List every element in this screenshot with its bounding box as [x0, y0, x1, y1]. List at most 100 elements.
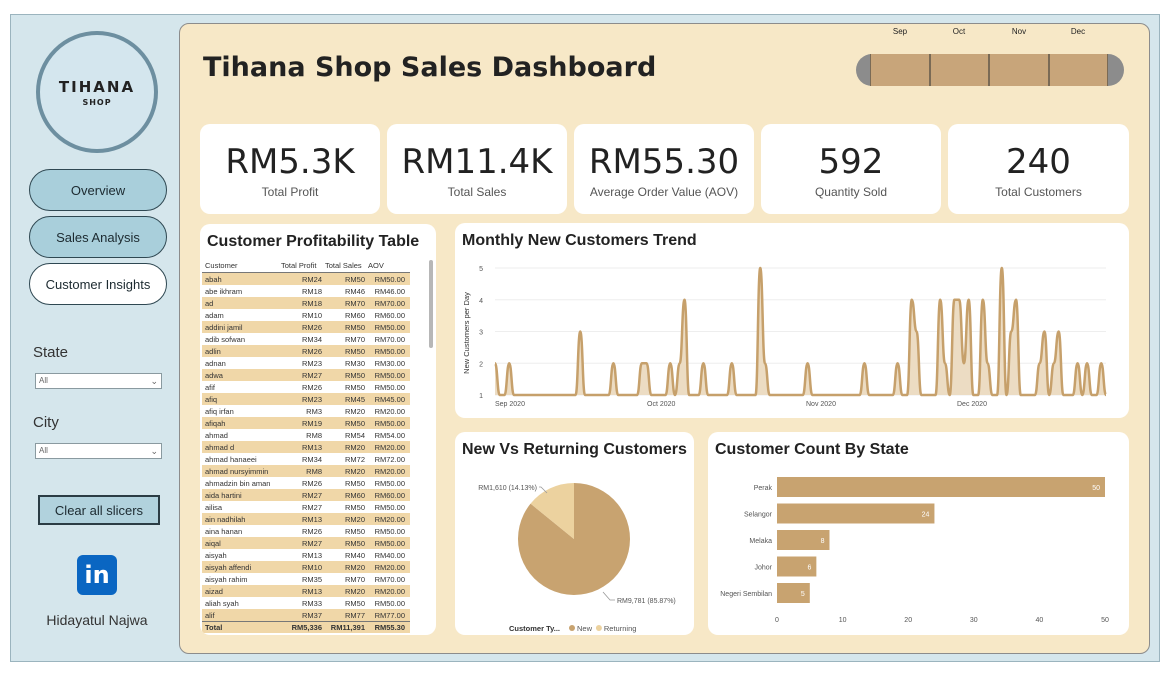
timeline-slicer[interactable]: [856, 54, 1124, 86]
state-dropdown[interactable]: All ⌄: [35, 373, 162, 389]
table-row[interactable]: aizad RM13 RM20 RM20.00: [202, 585, 410, 597]
column-header[interactable]: Total Profit: [278, 261, 322, 270]
cell-aov: RM50.00: [374, 526, 405, 536]
cell-aov: RM70.00: [374, 298, 405, 308]
sales-analysis-button[interactable]: Sales Analysis: [29, 216, 167, 258]
timeline-cell-dec[interactable]: [1048, 54, 1108, 86]
table-row[interactable]: abe ikhram RM18 RM46 RM46.00: [202, 285, 410, 297]
table-row[interactable]: aisyah RM13 RM40 RM40.00: [202, 549, 410, 561]
shop-logo: TIHANA SHOP: [36, 31, 158, 153]
x-tick-label: 40: [1036, 617, 1044, 624]
column-header[interactable]: Total Sales: [322, 261, 365, 270]
table-row[interactable]: adwa RM27 RM50 RM50.00: [202, 369, 410, 381]
cell-profit: RM37: [301, 610, 322, 620]
table-row[interactable]: aida hartini RM27 RM60 RM60.00: [202, 489, 410, 501]
cell-sales: RM70: [344, 574, 365, 584]
cell-customer: adam: [205, 310, 224, 320]
customer-profitability-table-card: Customer Profitability Table Customer To…: [200, 224, 436, 635]
logo-text-sub: SHOP: [82, 97, 112, 107]
table-row[interactable]: ahmad nursyimmin RM8 RM20 RM20.00: [202, 465, 410, 477]
cell-customer: aisyah rahim: [205, 574, 248, 584]
cell-aov: RM77.00: [374, 610, 405, 620]
table-title: Customer Profitability Table: [207, 233, 420, 250]
cell-aov: RM60.00: [374, 310, 405, 320]
table-row[interactable]: aisyah rahim RM35 RM70 RM70.00: [202, 573, 410, 585]
column-header[interactable]: Customer: [202, 261, 278, 270]
cell-sales: RM77: [344, 610, 365, 620]
table-row[interactable]: afif RM26 RM50 RM50.00: [202, 381, 410, 393]
cell-sales: RM20: [344, 466, 365, 476]
y-axis-label: New Customers per Day: [462, 292, 471, 374]
total-sales: RM11,391: [330, 623, 365, 632]
table-row[interactable]: ad RM18 RM70 RM70.00: [202, 297, 410, 309]
y-tick-label: 4: [479, 298, 483, 305]
x-tick-label: 20: [904, 617, 912, 624]
table-row[interactable]: ahmad RM8 RM54 RM54.00: [202, 429, 410, 441]
monthly-new-customers-card: Monthly New Customers Trend 1 2 3 4 5 New Cus…: [455, 223, 1129, 418]
table-row[interactable]: afiq irfan RM3 RM20 RM20.00: [202, 405, 410, 417]
timeline-cell-sep[interactable]: [870, 54, 930, 86]
table-row[interactable]: ahmad d RM13 RM20 RM20.00: [202, 441, 410, 453]
cell-sales: RM40: [344, 550, 365, 560]
cell-customer: ahmadzin bin aman: [205, 478, 271, 488]
customer-profitability-table[interactable]: Customer Total Profit Total Sales AOV ab…: [202, 258, 410, 633]
table-row[interactable]: adib sofwan RM34 RM70 RM70.00: [202, 333, 410, 345]
table-row[interactable]: aina hanan RM26 RM50 RM50.00: [202, 525, 410, 537]
category-label: Melaka: [749, 538, 772, 545]
cell-profit: RM3: [306, 406, 322, 416]
clear-slicers-button[interactable]: Clear all slicers: [38, 495, 160, 525]
kpi-label: Total Customers: [995, 185, 1082, 199]
slice-label: RM1,610 (14.13%): [478, 485, 537, 492]
cell-customer: afif: [205, 382, 216, 392]
table-row[interactable]: ahmadzin bin aman RM26 RM50 RM50.00: [202, 477, 410, 489]
cell-aov: RM70.00: [374, 574, 405, 584]
timeline-cell-oct[interactable]: [929, 54, 989, 86]
column-header[interactable]: AOV: [365, 261, 405, 270]
table-row[interactable]: ain nadhilah RM13 RM20 RM20.00: [202, 513, 410, 525]
table-row[interactable]: afiqah RM19 RM50 RM50.00: [202, 417, 410, 429]
cell-sales: RM50: [344, 418, 365, 428]
cell-customer: aisyah: [205, 550, 227, 560]
chevron-down-icon: ⌄: [150, 376, 158, 386]
cell-aov: RM50.00: [374, 346, 405, 356]
timeline-cell-nov[interactable]: [989, 54, 1049, 86]
table-row[interactable]: adnan RM23 RM30 RM30.00: [202, 357, 410, 369]
table-row[interactable]: aliah syah RM33 RM50 RM50.00: [202, 597, 410, 609]
cell-aov: RM20.00: [374, 514, 405, 524]
table-row[interactable]: ailisa RM27 RM50 RM50.00: [202, 501, 410, 513]
cell-sales: RM70: [344, 334, 365, 344]
cell-customer: aliah syah: [205, 598, 239, 608]
legend-marker: [569, 625, 575, 631]
category-label: Negeri Sembilan: [720, 591, 772, 598]
cell-profit: RM34: [301, 454, 322, 464]
table-row[interactable]: afiq RM23 RM45 RM45.00: [202, 393, 410, 405]
kpi-label: Average Order Value (AOV): [589, 185, 739, 199]
table-row[interactable]: abah RM24 RM50 RM50.00: [202, 273, 410, 285]
city-dropdown[interactable]: All ⌄: [35, 443, 162, 459]
cell-customer: ahmad hanaeei: [205, 454, 257, 464]
linkedin-icon[interactable]: in: [77, 555, 117, 595]
table-row[interactable]: alif RM37 RM77 RM77.00: [202, 609, 410, 621]
table-row[interactable]: aisyah affendi RM10 RM20 RM20.00: [202, 561, 410, 573]
cell-profit: RM27: [301, 502, 322, 512]
cell-sales: RM50: [344, 322, 365, 332]
table-row[interactable]: adlin RM26 RM50 RM50.00: [202, 345, 410, 357]
table-scrollbar[interactable]: [429, 260, 433, 348]
legend-label: New: [577, 624, 593, 633]
total-aov: RM55.30: [374, 623, 405, 632]
x-tick-label: 0: [775, 617, 779, 624]
overview-button[interactable]: Overview: [29, 169, 167, 211]
cell-aov: RM50.00: [374, 322, 405, 332]
table-row[interactable]: ahmad hanaeei RM34 RM72 RM72.00: [202, 453, 410, 465]
category-label: Johor: [754, 565, 772, 572]
trend-chart: 1 2 3 4 5 New Customers per Day Sep 2020 Oct 20…: [462, 266, 1108, 408]
cell-customer: ailisa: [205, 502, 223, 512]
cell-profit: RM13: [301, 514, 322, 524]
table-row[interactable]: aiqal RM27 RM50 RM50.00: [202, 537, 410, 549]
table-body: abah RM24 RM50 RM50.00 abe ikhram RM18 RM46 RM4…: [202, 273, 410, 621]
customer-insights-button[interactable]: Customer Insights: [29, 263, 167, 305]
city-dropdown-value: All: [39, 446, 48, 455]
data-label: 24: [922, 512, 930, 519]
table-row[interactable]: adam RM10 RM60 RM60.00: [202, 309, 410, 321]
table-row[interactable]: addini jamil RM26 RM50 RM50.00: [202, 321, 410, 333]
